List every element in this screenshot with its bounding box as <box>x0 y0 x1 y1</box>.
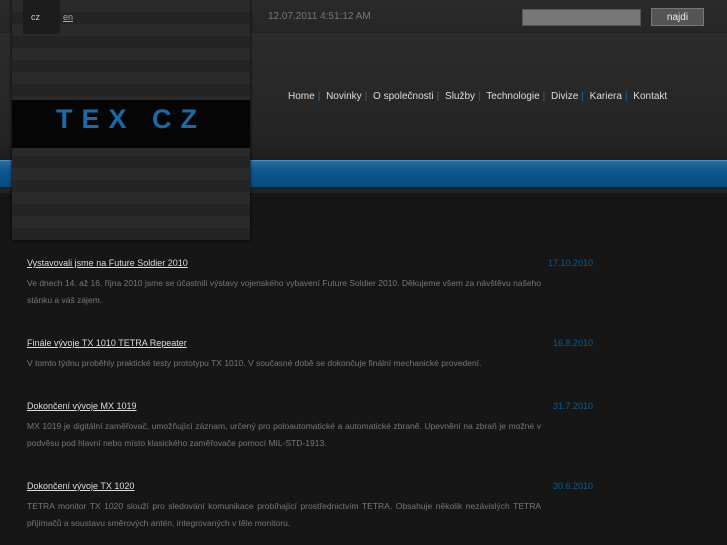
logo-panel: TEX CZ <box>12 0 250 240</box>
nav-divize[interactable]: Divize <box>551 91 578 102</box>
nav-technologie[interactable]: Technologie <box>486 91 539 102</box>
search-button[interactable]: najdi <box>651 8 704 26</box>
lang-cz[interactable]: cz <box>31 12 40 22</box>
news-body: V tomto týdnu proběhly praktické testy p… <box>27 358 482 368</box>
datetime: 12.07.2011 4:51:12 AM <box>268 11 371 22</box>
news-body: Ve dnech 14. až 16. října 2010 jsme se ú… <box>27 278 541 305</box>
news-item: Dokončení vývoje MX 1019 31.7.2010 MX 10… <box>27 401 593 452</box>
news-date: 30.6.2010 <box>552 481 593 491</box>
news-item: Dokončení vývoje TX 1020 30.6.2010 TETRA… <box>27 481 593 532</box>
news-date: 17.10.2010 <box>547 258 593 268</box>
nav-o-spolecnosti[interactable]: O společnosti <box>373 91 434 102</box>
news-body: TETRA monitor TX 1020 slouží pro sledová… <box>27 501 541 528</box>
news-title-link[interactable]: Dokončení vývoje MX 1019 <box>27 401 593 411</box>
logo: TEX CZ <box>55 104 206 134</box>
main-nav: Home | Novinky | O společnosti | Služby | Te… <box>288 91 668 102</box>
news-title-link[interactable]: Finále vývoje TX 1010 TETRA Repeater <box>27 338 593 348</box>
nav-kariera[interactable]: Kariera <box>590 91 622 102</box>
language-switcher: cz en <box>23 0 73 34</box>
nav-novinky[interactable]: Novinky <box>326 91 362 102</box>
news-title-link[interactable]: Dokončení vývoje TX 1020 <box>27 481 593 491</box>
news-item: Finále vývoje TX 1010 TETRA Repeater 16.… <box>27 338 593 372</box>
news-date: 31.7.2010 <box>552 401 593 411</box>
nav-kontakt[interactable]: Kontakt <box>633 91 667 102</box>
nav-home[interactable]: Home <box>288 91 315 102</box>
lang-en[interactable]: en <box>63 12 73 22</box>
news-body: MX 1019 je digitální zaměřovač, umožňují… <box>27 421 541 448</box>
search-input[interactable] <box>522 9 641 26</box>
news-item: Vystavovali jsme na Future Soldier 2010 … <box>27 258 593 309</box>
nav-sluzby[interactable]: Služby <box>445 91 475 102</box>
news-date: 16.8.2010 <box>552 338 593 348</box>
news-title-link[interactable]: Vystavovali jsme na Future Soldier 2010 <box>27 258 593 268</box>
